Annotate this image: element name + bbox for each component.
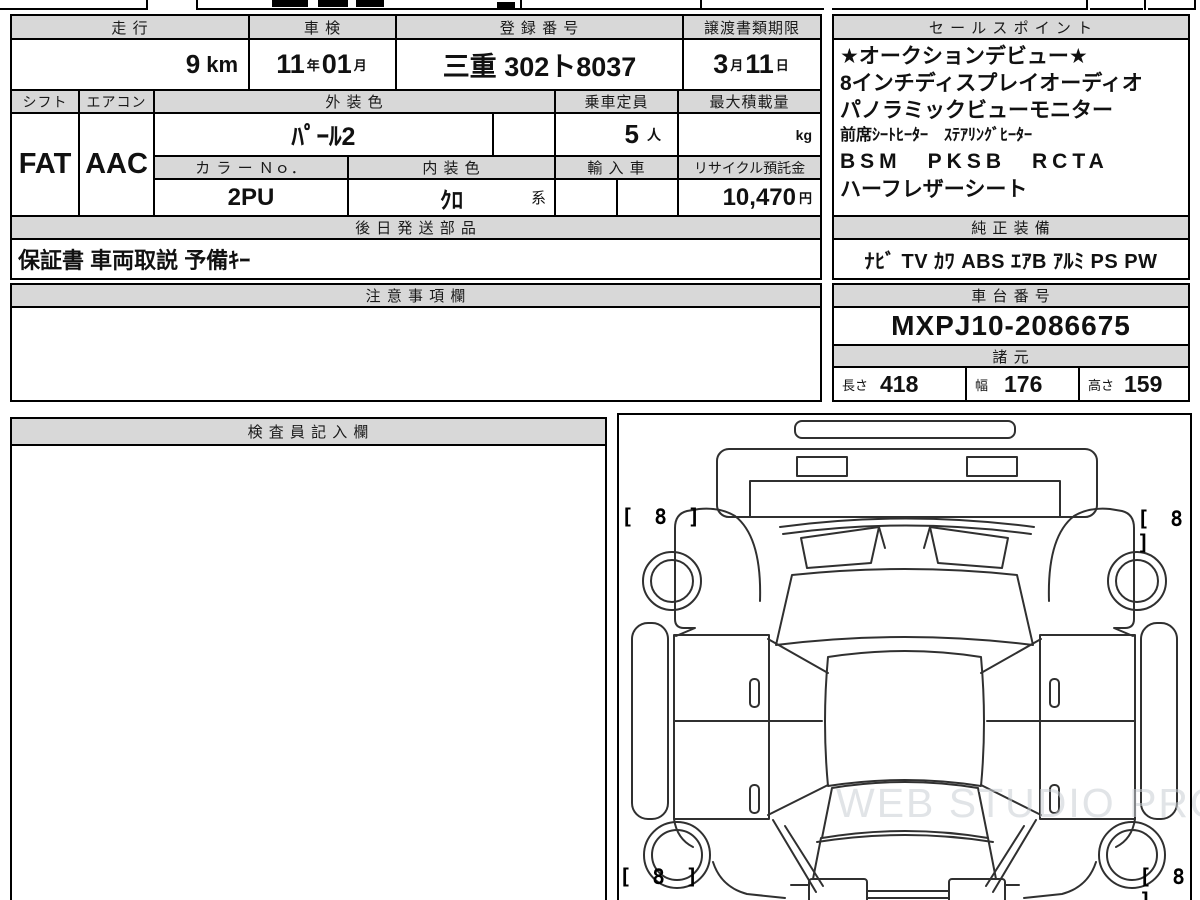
capacity-header: 乗車定員: [554, 89, 679, 114]
color-no-header: カ ラ ー Ｎｏ．: [153, 155, 349, 180]
inspector-box: 検 査 員 記 入 欄: [10, 417, 607, 900]
sales-point-line: パノラミックビューモニター: [840, 99, 1113, 122]
notes-body: [10, 306, 822, 402]
capacity-number: 5: [624, 119, 639, 149]
deadline-month: 3: [713, 49, 729, 79]
max-load-value: kg: [677, 112, 822, 157]
watermark-text: WEB STUDIO PRO: [836, 780, 1200, 826]
recycle-deposit-header: リサイクル預託金: [677, 155, 822, 180]
recycle-deposit-number: 10,470: [722, 183, 796, 211]
shift-value: FAT: [10, 112, 80, 217]
mileage-number: 9: [185, 49, 201, 79]
imported-value-right: [616, 178, 679, 217]
genuine-equipment-value: ﾅﾋﾞ TV ｶﾜ ABS ｴｱB ｱﾙﾐ PS PW: [832, 238, 1190, 280]
tire-tread-rear-left: [ 8 ]: [619, 865, 703, 889]
imported-header: 輸 入 車: [554, 155, 679, 180]
tire-tread-front-left: [ 8 ]: [621, 505, 705, 529]
specs-header: 諸 元: [832, 344, 1190, 368]
inspection-year: 11: [276, 49, 305, 79]
mileage-header: 走 行: [10, 14, 250, 40]
interior-color-header: 内 装 色: [347, 155, 556, 180]
later-parts-header: 後 日 発 送 部 品: [10, 215, 822, 240]
transfer-deadline-value: 3 月 11 日: [682, 38, 822, 91]
spec-height-label: 高さ: [1088, 377, 1115, 393]
registration-header: 登 録 番 号: [395, 14, 684, 40]
aircon-value: AAC: [78, 112, 155, 217]
registration-value: 三重 302ト8037: [395, 38, 684, 91]
deadline-month-unit: 月: [730, 58, 744, 73]
recycle-deposit-value: 10,470 円: [677, 178, 822, 217]
mileage-value: 9 km: [10, 38, 250, 91]
inspection-value: 11 年 01 月: [248, 38, 397, 91]
later-parts-value: 保証書 車両取説 予備ｷｰ: [10, 238, 822, 280]
mileage-unit: km: [206, 51, 238, 77]
spec-height-value: 159: [1124, 370, 1163, 397]
car-outline-svg: [631, 420, 1178, 900]
inspector-header: 検 査 員 記 入 欄: [12, 419, 605, 446]
transfer-deadline-header: 譲渡書類期限: [682, 14, 822, 40]
interior-color-name: ｸﾛ: [440, 186, 463, 213]
sales-point-line: BSM PKSB RCTA: [840, 150, 1109, 173]
inspection-month: 01: [321, 49, 352, 79]
spec-length-label: 長さ: [842, 377, 869, 393]
notes-header: 注 意 事 項 欄: [10, 283, 822, 308]
interior-color-value: ｸﾛ 系: [347, 178, 556, 217]
sales-point-line: 前席ｼｰﾄﾋｰﾀｰ ｽﾃｱﾘﾝｸﾞﾋｰﾀｰ: [840, 127, 1033, 144]
capacity-value: 5 人: [554, 112, 679, 157]
deadline-day: 11: [745, 49, 774, 79]
max-load-header: 最大積載量: [677, 89, 822, 114]
spec-width-cell: 幅 176: [965, 366, 1080, 402]
exterior-color-sub-cell: [492, 112, 556, 157]
capacity-unit: 人: [647, 126, 661, 143]
recycle-deposit-unit: 円: [798, 191, 812, 206]
inspection-year-unit: 年: [306, 58, 320, 73]
aircon-header: エアコン: [78, 89, 155, 114]
spec-width-label: 幅: [975, 377, 989, 393]
color-no-value: 2PU: [153, 178, 349, 217]
auction-sheet: 走 行 車 検 登 録 番 号 譲渡書類期限 9 km 11 年 01 月 三重…: [0, 0, 1200, 900]
genuine-equipment-header: 純 正 装 備: [832, 215, 1190, 240]
sales-point-line: ★オークションデビュー★: [840, 45, 1088, 68]
spec-width-value: 176: [1004, 370, 1043, 397]
sales-point-line: 8インチディスプレイオーディオ: [840, 72, 1143, 95]
tire-tread-front-right: [ 8 ]: [1137, 507, 1187, 555]
chassis-number-header: 車 台 番 号: [832, 283, 1190, 308]
tire-tread-rear-right: [ 8 ]: [1139, 865, 1189, 900]
chassis-number-value: MXPJ10-2086675: [832, 306, 1190, 346]
sales-points-header: セ ー ル ス ポ イ ン ト: [832, 14, 1190, 40]
exterior-color-value: ﾊﾟｰﾙ2: [153, 112, 494, 157]
interior-color-suffix: 系: [530, 190, 546, 207]
spec-length-cell: 長さ 418: [832, 366, 967, 402]
inspection-header: 車 検: [248, 14, 397, 40]
spec-length-value: 418: [880, 370, 919, 397]
max-load-unit: kg: [795, 126, 812, 143]
inspection-month-unit: 月: [353, 58, 367, 73]
spec-height-cell: 高さ 159: [1078, 366, 1190, 402]
deadline-day-unit: 日: [775, 58, 789, 73]
exterior-color-header: 外 装 色: [153, 89, 556, 114]
sales-point-line: ハーフレザーシート: [840, 178, 1028, 201]
shift-header: シフト: [10, 89, 80, 114]
imported-value-left: [554, 178, 618, 217]
sales-points-body: ★オークションデビュー★ 8インチディスプレイオーディオ パノラミックビューモニ…: [832, 38, 1190, 217]
